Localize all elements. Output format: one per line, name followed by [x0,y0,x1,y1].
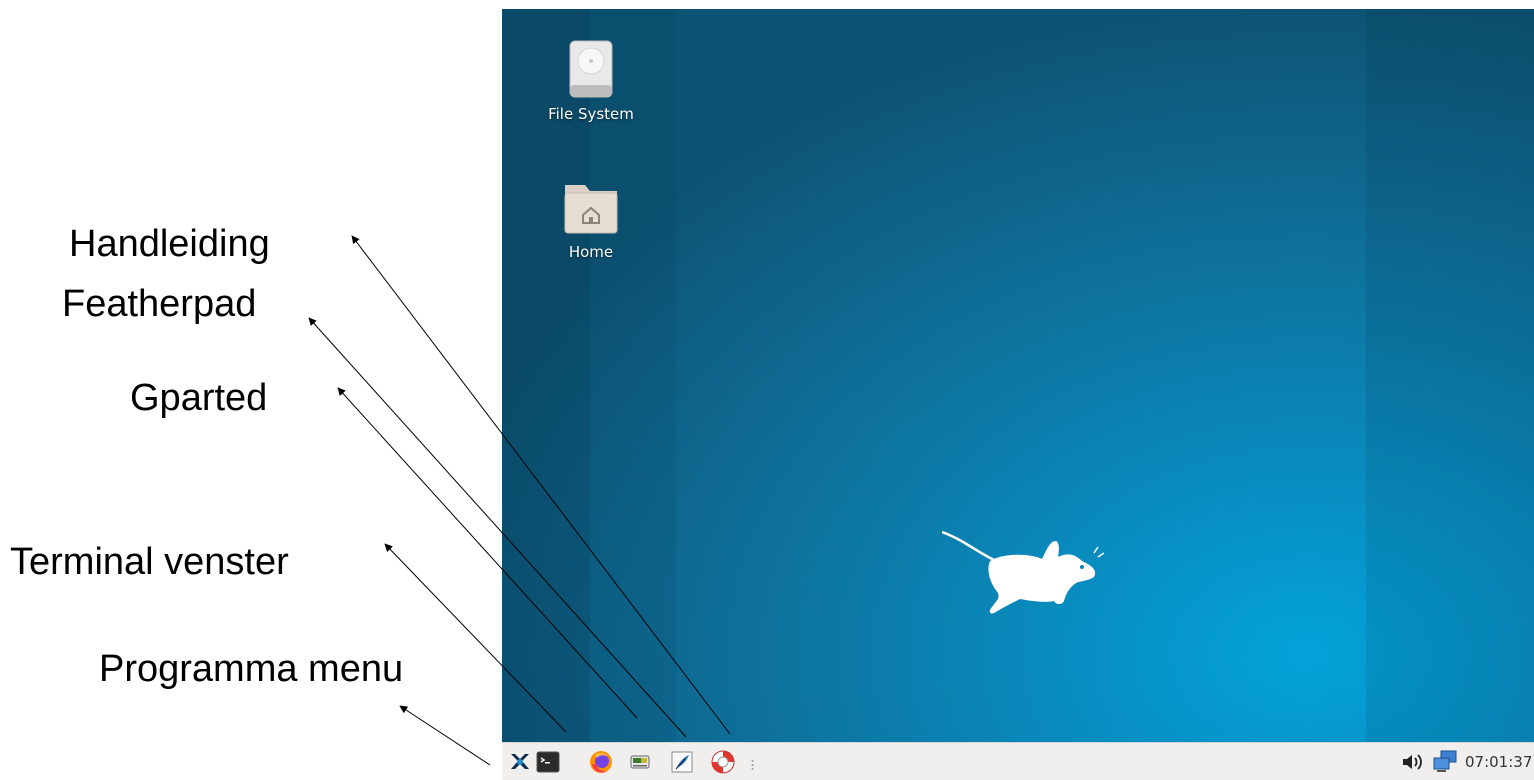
arrow-programma-menu [399,705,491,766]
annotation-arrows [308,235,731,766]
arrow-terminal [384,543,567,733]
arrow-handleiding [351,235,731,735]
arrow-featherpad [308,317,687,738]
